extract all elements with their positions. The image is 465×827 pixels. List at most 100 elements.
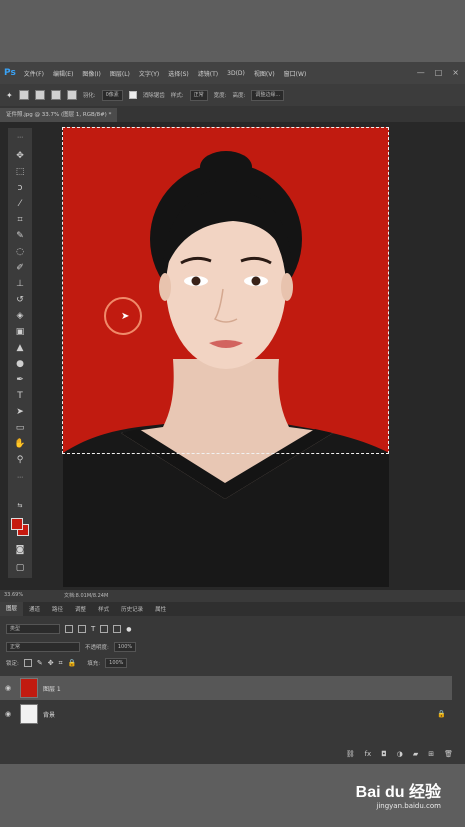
layer-row-background[interactable]: ◉ 背景 🔒 xyxy=(0,702,452,726)
layer-name: 背景 xyxy=(43,711,56,719)
layer-name: 图层 1 xyxy=(43,685,61,693)
zoom-level[interactable]: 33.69% xyxy=(4,592,23,598)
move-tool-icon[interactable]: ✥ xyxy=(13,150,27,162)
feather-input[interactable]: 0像素 xyxy=(101,89,123,101)
tab-channels[interactable]: 通道 xyxy=(23,605,46,613)
filter-toggle-icon[interactable]: ● xyxy=(126,626,131,633)
menu-image[interactable]: 图像(I) xyxy=(82,69,100,78)
tab-layers[interactable]: 图层 xyxy=(0,602,24,616)
lock-all-icon[interactable]: 🔒 xyxy=(68,659,77,667)
menu-layer[interactable]: 图层(L) xyxy=(110,69,130,78)
clone-stamp-icon[interactable]: ⊥ xyxy=(13,278,27,290)
filter-pixel-icon[interactable] xyxy=(65,625,73,633)
menu-select[interactable]: 选择(S) xyxy=(168,69,189,78)
filter-type-icon[interactable]: T xyxy=(91,625,95,633)
baidu-jingyan-watermark: Bai du 经验 jingyan.baidu.com xyxy=(356,778,441,810)
opacity-label: 不透明度: xyxy=(85,645,109,651)
magic-wand-tool-icon[interactable]: ✦ xyxy=(6,91,13,100)
layer-thumbnail xyxy=(20,704,38,724)
tab-paths[interactable]: 路径 xyxy=(46,605,69,613)
foreground-color-swatch[interactable] xyxy=(11,518,23,530)
fill-input[interactable]: 100% xyxy=(105,658,128,668)
blur-tool-icon[interactable]: ▲ xyxy=(13,342,27,354)
tab-adjustments[interactable]: 调整 xyxy=(69,605,92,613)
menu-3d[interactable]: 3D(D) xyxy=(227,70,245,77)
filter-adjustment-icon[interactable] xyxy=(78,625,86,633)
visibility-eye-icon[interactable]: ◉ xyxy=(0,710,16,718)
close-button[interactable]: × xyxy=(452,68,459,77)
new-selection-icon[interactable] xyxy=(18,90,29,100)
lock-image-icon[interactable]: ✎ xyxy=(37,659,43,667)
lasso-tool-icon[interactable]: ↄ xyxy=(13,182,27,194)
style-label: 样式: xyxy=(170,93,184,99)
document-size: 文档:8.01M/8.24M xyxy=(64,593,109,599)
mouse-cursor-icon: ➤ xyxy=(121,311,130,322)
tab-history[interactable]: 历史记录 xyxy=(115,605,149,613)
swap-colors-icon[interactable]: ⇆ xyxy=(13,500,27,512)
menu-window[interactable]: 窗口(W) xyxy=(284,69,307,78)
zoom-tool-icon[interactable]: ⚲ xyxy=(13,454,27,466)
menu-bar: Ps 文件(F) 编辑(E) 图像(I) 图层(L) 文字(Y) 选择(S) 滤… xyxy=(0,62,465,84)
layer-thumbnail xyxy=(20,678,38,698)
brush-tool-icon[interactable]: ✐ xyxy=(13,262,27,274)
history-brush-icon[interactable]: ↺ xyxy=(13,294,27,306)
layer-style-icon[interactable]: fx xyxy=(365,750,372,758)
add-selection-icon[interactable] xyxy=(34,90,45,100)
dodge-tool-icon[interactable]: ● xyxy=(13,358,27,370)
document-tab[interactable]: 证件照.jpg @ 33.7% (图层 1, RGB/8#) * xyxy=(0,108,118,122)
pen-tool-icon[interactable]: ✒ xyxy=(13,374,27,386)
magic-wand-icon[interactable]: ⁄ xyxy=(13,198,27,210)
adjustment-layer-icon[interactable]: ◑ xyxy=(397,750,403,758)
menu-edit[interactable]: 编辑(E) xyxy=(53,69,73,78)
top-margin xyxy=(0,0,465,62)
delete-layer-icon[interactable]: 🗑 xyxy=(444,750,453,758)
visibility-eye-icon[interactable]: ◉ xyxy=(0,684,16,692)
new-group-icon[interactable]: ▰ xyxy=(413,750,418,758)
subtract-selection-icon[interactable] xyxy=(50,90,61,100)
window-controls: — □ × xyxy=(417,68,459,77)
lock-position-icon[interactable]: ✥ xyxy=(48,659,54,667)
filter-smart-object-icon[interactable] xyxy=(113,625,122,633)
type-tool-icon[interactable]: T xyxy=(13,390,27,402)
gradient-tool-icon[interactable]: ▣ xyxy=(13,326,27,338)
menu-type[interactable]: 文字(Y) xyxy=(139,69,159,78)
anti-alias-checkbox[interactable] xyxy=(128,91,137,99)
menu-filter[interactable]: 滤镜(T) xyxy=(198,69,218,78)
menu-file[interactable]: 文件(F) xyxy=(24,69,44,78)
menu-view[interactable]: 视图(V) xyxy=(254,69,275,78)
document-tab-bar: 证件照.jpg @ 33.7% (图层 1, RGB/8#) * xyxy=(0,106,465,122)
eraser-tool-icon[interactable]: ◈ xyxy=(13,310,27,322)
new-layer-icon[interactable]: ⊞ xyxy=(428,750,434,758)
fill-label: 填充: xyxy=(87,661,101,667)
tab-styles[interactable]: 样式 xyxy=(92,605,115,613)
crop-tool-icon[interactable]: ⌗ xyxy=(13,214,27,226)
quick-mask-icon[interactable]: ◙ xyxy=(13,544,27,556)
width-label: 宽度: xyxy=(213,93,227,99)
lock-transparent-icon[interactable] xyxy=(23,659,32,667)
style-select[interactable]: 正常 xyxy=(189,89,208,101)
tab-properties[interactable]: 属性 xyxy=(149,605,172,613)
shape-tool-icon[interactable]: ▭ xyxy=(13,422,27,434)
maximize-button[interactable]: □ xyxy=(435,68,443,77)
minimize-button[interactable]: — xyxy=(417,68,425,77)
intersect-selection-icon[interactable] xyxy=(66,90,77,100)
link-layers-icon[interactable]: ⛓ xyxy=(346,750,355,758)
layer-row-layer1[interactable]: ◉ 图层 1 xyxy=(0,676,452,700)
more-tools-icon[interactable]: ⋯ xyxy=(13,472,27,484)
marquee-tool-icon[interactable]: ⬚ xyxy=(13,166,27,178)
layers-panel-footer: ⛓ fx ◘ ◑ ▰ ⊞ 🗑 xyxy=(0,746,465,762)
refine-edge-button[interactable]: 调整边缘... xyxy=(251,89,285,101)
eyedropper-tool-icon[interactable]: ✎ xyxy=(13,230,27,242)
layer-kind-filter[interactable]: 类型 xyxy=(6,624,60,634)
add-mask-icon[interactable]: ◘ xyxy=(381,750,387,758)
path-select-icon[interactable]: ➤ xyxy=(13,406,27,418)
photoshop-logo: Ps xyxy=(4,68,16,78)
opacity-input[interactable]: 100% xyxy=(113,642,137,652)
hand-tool-icon[interactable]: ✋ xyxy=(13,438,27,450)
healing-brush-icon[interactable]: ◌ xyxy=(13,246,27,258)
filter-shape-icon[interactable] xyxy=(100,625,109,633)
screen-mode-icon[interactable]: ▢ xyxy=(13,562,27,574)
lock-artboard-icon[interactable]: ⌗ xyxy=(59,659,63,668)
height-label: 高度: xyxy=(232,93,246,99)
blend-mode-select[interactable]: 正常 xyxy=(6,642,80,652)
